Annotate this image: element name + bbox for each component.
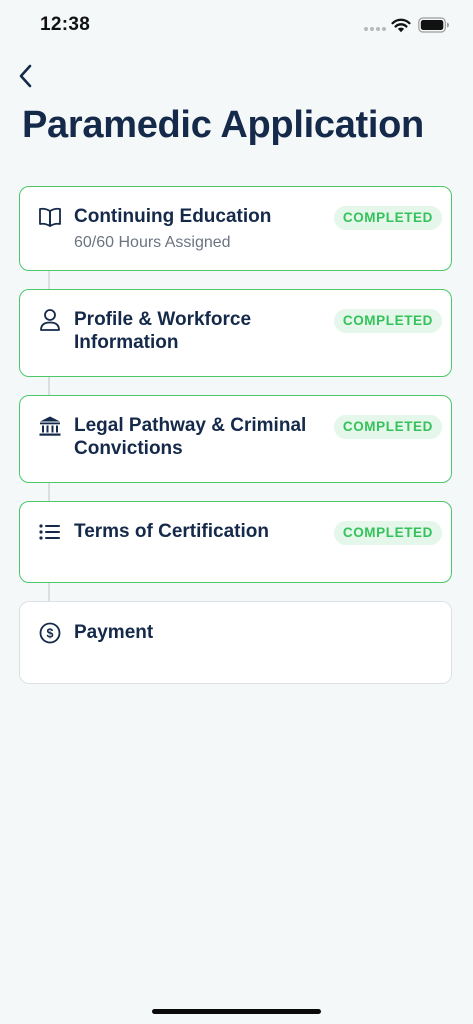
step-subtitle: 60/60 Hours Assigned xyxy=(74,234,231,251)
application-steps: Continuing Education 60/60 Hours Assigne… xyxy=(0,0,473,1024)
person-icon xyxy=(38,308,62,332)
status-badge: COMPLETED xyxy=(333,521,442,545)
step-title: Terms of Certification xyxy=(74,521,269,542)
step-card-payment[interactable]: $ Payment xyxy=(19,601,452,684)
home-indicator[interactable] xyxy=(152,1009,321,1014)
back-button[interactable] xyxy=(10,60,40,92)
bank-icon xyxy=(38,414,62,438)
step-connector xyxy=(48,376,50,396)
step-card-legal-pathway[interactable]: Legal Pathway & Criminal Convictions COM… xyxy=(19,395,452,483)
step-title: Payment xyxy=(74,622,154,643)
step-card-continuing-education[interactable]: Continuing Education 60/60 Hours Assigne… xyxy=(19,186,452,271)
cellular-signal-icon xyxy=(364,27,386,31)
wifi-icon xyxy=(391,18,411,33)
status-time: 12:38 xyxy=(40,14,91,35)
page-title: Paramedic Application xyxy=(22,104,424,146)
chevron-left-icon xyxy=(19,64,32,88)
book-icon xyxy=(38,205,62,229)
status-bar: 12:38 xyxy=(0,0,473,52)
status-badge: COMPLETED xyxy=(333,206,442,230)
step-connector xyxy=(48,270,50,290)
list-icon xyxy=(38,520,62,544)
step-connector xyxy=(48,482,50,502)
step-card-profile-workforce[interactable]: Profile & Workforce Information COMPLETE… xyxy=(19,289,452,377)
step-card-terms-of-certification[interactable]: Terms of Certification COMPLETED xyxy=(19,501,452,583)
svg-text:$: $ xyxy=(47,626,54,640)
status-badge: COMPLETED xyxy=(333,415,442,439)
step-title: Profile & Workforce Information xyxy=(74,309,252,353)
status-badge: COMPLETED xyxy=(333,309,442,333)
step-title: Continuing Education xyxy=(74,206,272,227)
dollar-circle-icon: $ xyxy=(38,621,62,645)
battery-icon xyxy=(418,17,449,33)
step-title: Legal Pathway & Criminal Convictions xyxy=(74,415,307,459)
step-connector xyxy=(48,582,50,602)
